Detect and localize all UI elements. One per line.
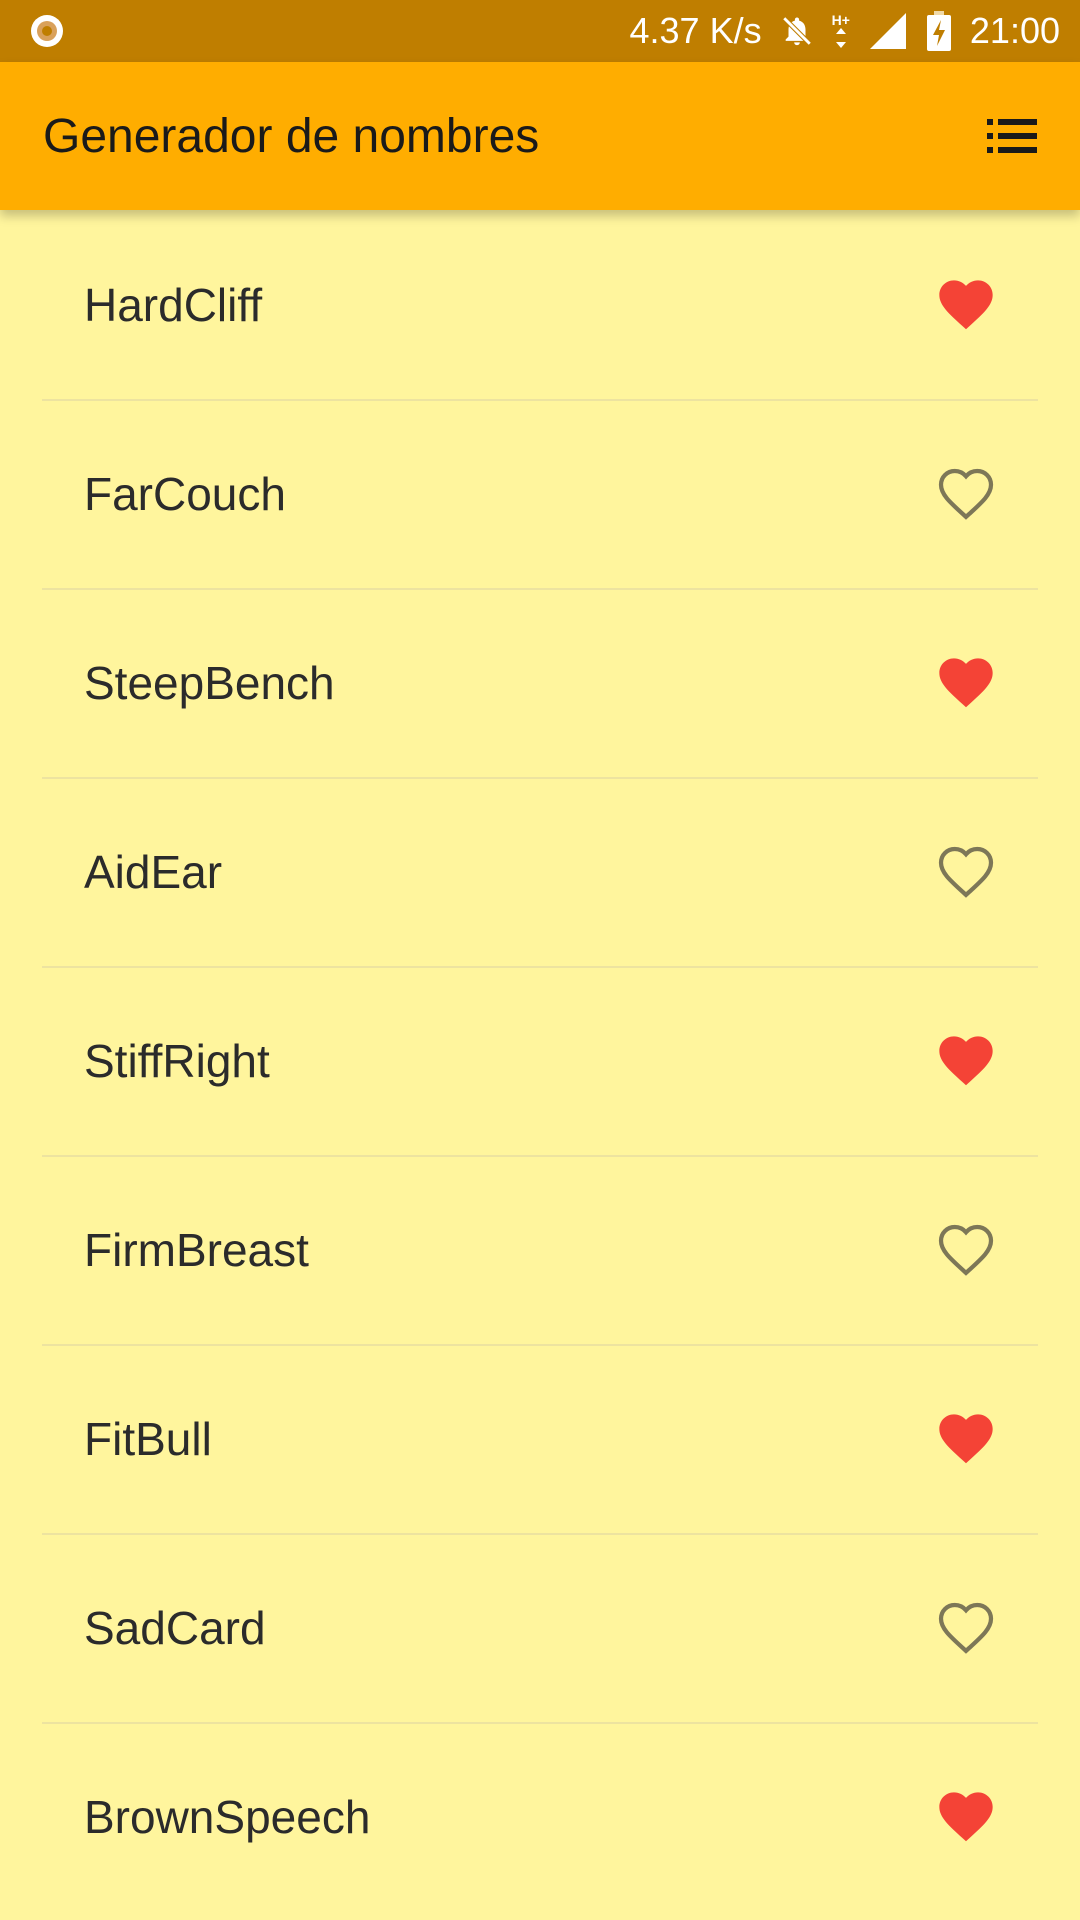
battery-charging-icon — [926, 10, 952, 52]
notifications-off-icon — [780, 12, 814, 50]
heart-filled-icon[interactable] — [938, 1413, 994, 1465]
name-label: FitBull — [84, 1412, 212, 1465]
heart-outline-icon[interactable] — [938, 1602, 994, 1654]
name-label: AidEar — [84, 845, 223, 898]
name-label: SadCard — [84, 1601, 266, 1654]
list-icon — [987, 119, 1037, 153]
heart-filled-icon[interactable] — [938, 1791, 994, 1843]
clock: 21:00 — [969, 10, 1060, 51]
data-arrows-icon: H+ — [832, 13, 850, 49]
list-item[interactable]: AidEar — [0, 777, 1080, 966]
page-title: Generador de nombres — [43, 109, 540, 163]
name-label: HardCliff — [84, 278, 263, 331]
status-bar: 4.37 K/s H+ 21:00 — [0, 0, 1080, 62]
list-item[interactable]: FirmBreast — [0, 1155, 1080, 1344]
heart-outline-icon[interactable] — [938, 468, 994, 520]
name-label: FarCouch — [84, 467, 286, 520]
network-type-label: H+ — [831, 12, 850, 28]
heart-outline-icon[interactable] — [938, 1224, 994, 1276]
list-item[interactable]: BrownSpeech — [0, 1722, 1080, 1911]
name-label: StiffRight — [84, 1034, 270, 1087]
name-label: BrownSpeech — [84, 1790, 371, 1843]
name-list: HardCliff FarCouch SteepBench AidEar Sti… — [0, 210, 1080, 1911]
heart-filled-icon[interactable] — [938, 657, 994, 709]
name-label: SteepBench — [84, 656, 335, 709]
list-item[interactable]: HardCliff — [0, 210, 1080, 399]
heart-filled-icon[interactable] — [938, 279, 994, 331]
name-label: FirmBreast — [84, 1223, 309, 1276]
list-item[interactable]: FitBull — [0, 1344, 1080, 1533]
record-icon — [28, 12, 66, 50]
signal-icon — [868, 11, 908, 51]
heart-outline-icon[interactable] — [938, 846, 994, 898]
list-item[interactable]: StiffRight — [0, 966, 1080, 1155]
list-item[interactable]: SadCard — [0, 1533, 1080, 1722]
app-bar: Generador de nombres — [0, 62, 1080, 210]
list-item[interactable]: FarCouch — [0, 399, 1080, 588]
heart-filled-icon[interactable] — [938, 1035, 994, 1087]
network-speed: 4.37 K/s — [629, 10, 762, 51]
list-item[interactable]: SteepBench — [0, 588, 1080, 777]
saved-list-button[interactable] — [982, 106, 1042, 166]
